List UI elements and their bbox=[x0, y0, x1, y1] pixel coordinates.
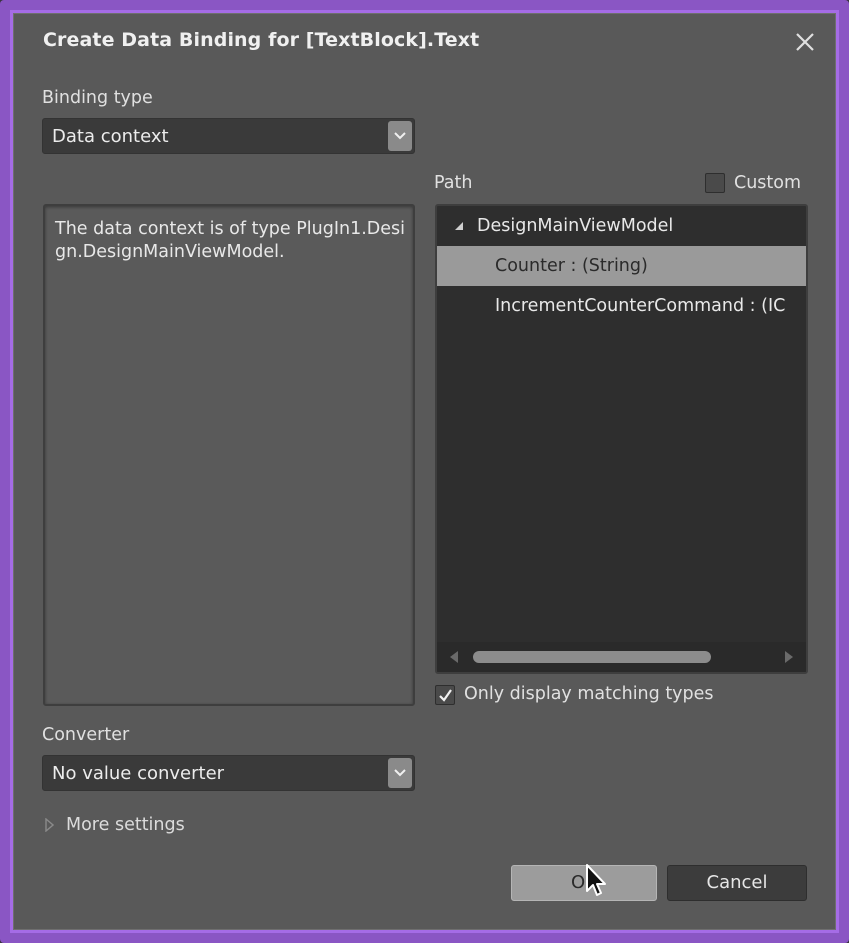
ok-button[interactable]: OK bbox=[511, 865, 657, 901]
chevron-down-icon bbox=[394, 769, 406, 777]
custom-path-checkbox[interactable] bbox=[705, 173, 725, 193]
mouse-cursor-icon bbox=[586, 864, 606, 896]
converter-label: Converter bbox=[42, 725, 130, 745]
converter-dropdown-button[interactable] bbox=[388, 758, 412, 788]
data-context-description: The data context is of type PlugIn1.Desi… bbox=[55, 219, 406, 262]
cancel-button[interactable]: Cancel bbox=[667, 865, 807, 901]
checkmark-icon bbox=[439, 689, 452, 702]
scroll-left-icon[interactable] bbox=[449, 651, 459, 663]
scrollbar-thumb[interactable] bbox=[473, 651, 711, 663]
tree-root-label: DesignMainViewModel bbox=[477, 216, 674, 236]
binding-type-select[interactable]: Data context bbox=[42, 118, 415, 154]
only-matching-types-label: Only display matching types bbox=[464, 684, 714, 704]
data-context-description-box: The data context is of type PlugIn1.Desi… bbox=[43, 204, 415, 706]
path-tree[interactable]: DesignMainViewModel Counter : (String) I… bbox=[435, 204, 808, 674]
dialog-title: Create Data Binding for [TextBlock].Text bbox=[43, 29, 480, 51]
tree-item-counter[interactable]: Counter : (String) bbox=[437, 246, 806, 286]
only-matching-types-checkbox[interactable] bbox=[435, 685, 455, 705]
binding-type-value: Data context bbox=[52, 126, 169, 147]
tree-item-label: Counter : (String) bbox=[495, 256, 648, 276]
window-frame: Create Data Binding for [TextBlock].Text… bbox=[0, 0, 849, 943]
path-label: Path bbox=[434, 173, 473, 193]
expanded-triangle-icon[interactable] bbox=[455, 222, 464, 231]
chevron-down-icon bbox=[394, 132, 406, 140]
tree-item-increment-counter-command[interactable]: IncrementCounterCommand : (IC bbox=[437, 286, 806, 326]
tree-item-label: IncrementCounterCommand : (IC bbox=[495, 296, 786, 316]
binding-type-dropdown-button[interactable] bbox=[388, 121, 412, 151]
scroll-right-icon[interactable] bbox=[784, 651, 794, 663]
more-settings-expander[interactable]: More settings bbox=[43, 813, 223, 841]
converter-value: No value converter bbox=[52, 763, 225, 784]
converter-select[interactable]: No value converter bbox=[42, 755, 415, 791]
more-settings-label: More settings bbox=[66, 815, 185, 835]
tree-root-node[interactable]: DesignMainViewModel bbox=[437, 206, 806, 246]
expand-triangle-icon bbox=[45, 818, 54, 832]
close-icon[interactable] bbox=[794, 31, 816, 53]
title-bar: Create Data Binding for [TextBlock].Text bbox=[13, 13, 836, 73]
create-data-binding-dialog: Create Data Binding for [TextBlock].Text… bbox=[10, 10, 839, 933]
custom-path-label: Custom bbox=[734, 173, 802, 193]
horizontal-scrollbar[interactable] bbox=[437, 642, 806, 672]
binding-type-label: Binding type bbox=[42, 88, 153, 108]
